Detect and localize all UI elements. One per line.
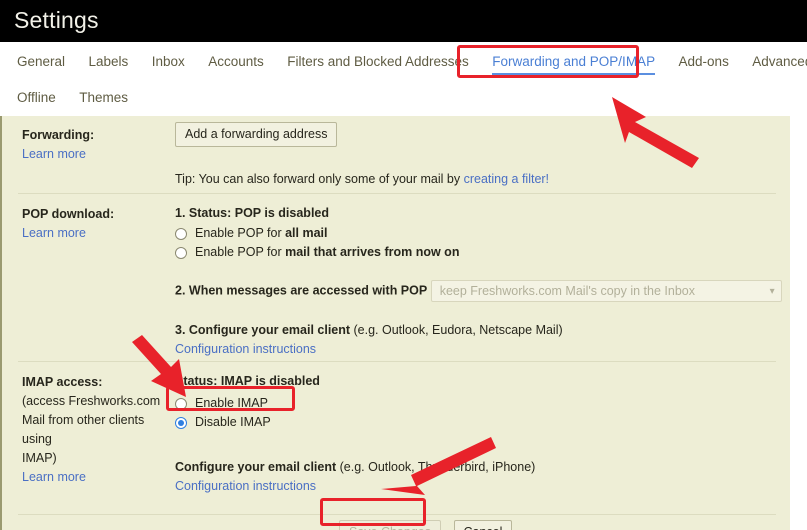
imap-status-label: Status: — [175, 374, 221, 388]
imap-body: Status: IMAP is disabled Enable IMAP Dis… — [175, 372, 535, 530]
tabs-row-secondary: Offline Themes — [17, 89, 147, 109]
forwarding-label-column: Forwarding: Learn more — [22, 126, 172, 164]
imap-note-line3: IMAP) — [22, 451, 57, 465]
creating-a-filter-link[interactable]: creating a filter! — [464, 172, 549, 186]
tabs-row-primary: General Labels Inbox Accounts Filters an… — [17, 53, 807, 75]
settings-tabbar: General Labels Inbox Accounts Filters an… — [0, 42, 807, 116]
cancel-button[interactable]: Cancel — [453, 520, 513, 530]
forwarding-tip: Tip: You can also forward only some of y… — [175, 170, 549, 189]
form-actions: Save Changes Cancel — [339, 520, 535, 530]
pop-body: 1. Status: POP is disabled Enable POP fo… — [175, 204, 782, 359]
pop-access-action-select[interactable]: keep Freshworks.com Mail's copy in the I… — [430, 280, 782, 302]
pop-status-line: 1. Status: POP is disabled — [175, 204, 782, 223]
tab-general[interactable]: General — [17, 54, 65, 73]
imap-configure-rest: (e.g. Outlook, Thunderbird, iPhone) — [336, 460, 536, 474]
pop-from-now-emphasis: mail that arrives from now on — [285, 245, 460, 259]
tab-filters-and-blocked-addresses[interactable]: Filters and Blocked Addresses — [287, 54, 469, 73]
pop-learn-more-link[interactable]: Learn more — [22, 226, 86, 240]
app-header: Settings — [0, 0, 807, 42]
tab-themes[interactable]: Themes — [79, 90, 128, 109]
pop-step2-row: 2. When messages are accessed with POP k… — [175, 280, 782, 302]
tab-forwarding-and-pop-imap[interactable]: Forwarding and POP/IMAP — [492, 54, 656, 75]
imap-status-line: Status: IMAP is disabled — [175, 372, 535, 391]
tab-add-ons[interactable]: Add-ons — [679, 54, 729, 73]
tab-advanced[interactable]: Advanced — [752, 54, 807, 73]
pop-step1-number: 1. — [175, 206, 189, 220]
tab-labels[interactable]: Labels — [88, 54, 128, 73]
disable-imap-radio[interactable] — [175, 416, 187, 429]
pop-all-mail-emphasis: all mail — [285, 226, 328, 240]
imap-disable-row[interactable]: Disable IMAP — [175, 414, 535, 431]
pop-step3-label: 3. Configure your email client — [175, 323, 351, 337]
pop-all-mail-label: Enable POP for all mail — [195, 226, 328, 240]
pop-step3-rest: (e.g. Outlook, Eudora, Netscape Mail) — [350, 323, 563, 337]
disable-imap-label: Disable IMAP — [195, 415, 271, 429]
divider-pop-imap — [18, 361, 776, 362]
imap-status-value: IMAP is disabled — [220, 374, 320, 388]
pop-from-now-radio[interactable] — [175, 246, 187, 259]
settings-page: Settings General Labels Inbox Accounts F… — [0, 0, 807, 530]
imap-learn-more-link[interactable]: Learn more — [22, 470, 86, 484]
tab-accounts[interactable]: Accounts — [208, 54, 264, 73]
pop-all-mail-radio[interactable] — [175, 227, 187, 240]
add-forwarding-address-button[interactable]: Add a forwarding address — [175, 122, 338, 147]
forwarding-label: Forwarding: — [22, 128, 95, 142]
pop-configuration-instructions-link[interactable]: Configuration instructions — [175, 340, 782, 359]
chevron-down-icon: ▾ — [769, 285, 775, 297]
imap-label-column: IMAP access: (access Freshworks.com Mail… — [22, 373, 172, 487]
right-margin-strip — [790, 116, 807, 530]
pop-step2-label: 2. When messages are accessed with POP — [175, 283, 428, 298]
forwarding-body: Add a forwarding address Tip: You can al… — [175, 122, 549, 189]
imap-note-line1: (access Freshworks.com — [22, 394, 161, 408]
tab-offline[interactable]: Offline — [17, 90, 56, 109]
save-changes-button[interactable]: Save Changes — [339, 520, 442, 530]
enable-imap-label: Enable IMAP — [195, 396, 268, 410]
imap-enable-row[interactable]: Enable IMAP — [175, 395, 535, 412]
pop-status-label: Status: — [188, 206, 235, 220]
imap-configure-row: Configure your email client (e.g. Outloo… — [175, 458, 535, 496]
imap-note-line2: Mail from other clients using — [22, 413, 145, 446]
pop-option-all-mail-row[interactable]: Enable POP for all mail — [175, 225, 782, 242]
pop-from-now-label: Enable POP for mail that arrives from no… — [195, 245, 460, 259]
imap-configure-label: Configure your email client — [175, 460, 337, 474]
pop-status-value: POP is disabled — [234, 206, 330, 220]
page-title: Settings — [14, 7, 99, 33]
settings-content-panel: Forwarding: Learn more Add a forwarding … — [0, 116, 790, 530]
imap-access-label: IMAP access: — [22, 375, 103, 389]
enable-imap-radio[interactable] — [175, 397, 187, 410]
forwarding-tip-text: Tip: You can also forward only some of y… — [175, 172, 464, 186]
pop-access-action-value: keep Freshworks.com Mail's copy in the I… — [439, 283, 695, 298]
imap-configuration-instructions-link[interactable]: Configuration instructions — [175, 477, 535, 496]
pop-download-label: POP download: — [22, 207, 115, 221]
pop-option-from-now-row[interactable]: Enable POP for mail that arrives from no… — [175, 244, 782, 261]
pop-label-column: POP download: Learn more — [22, 205, 172, 243]
pop-step3-row: 3. Configure your email client (e.g. Out… — [175, 321, 782, 359]
tab-inbox[interactable]: Inbox — [152, 54, 185, 73]
forwarding-learn-more-link[interactable]: Learn more — [22, 147, 86, 161]
divider-bottom — [18, 514, 776, 515]
divider-forwarding-pop — [18, 193, 776, 194]
